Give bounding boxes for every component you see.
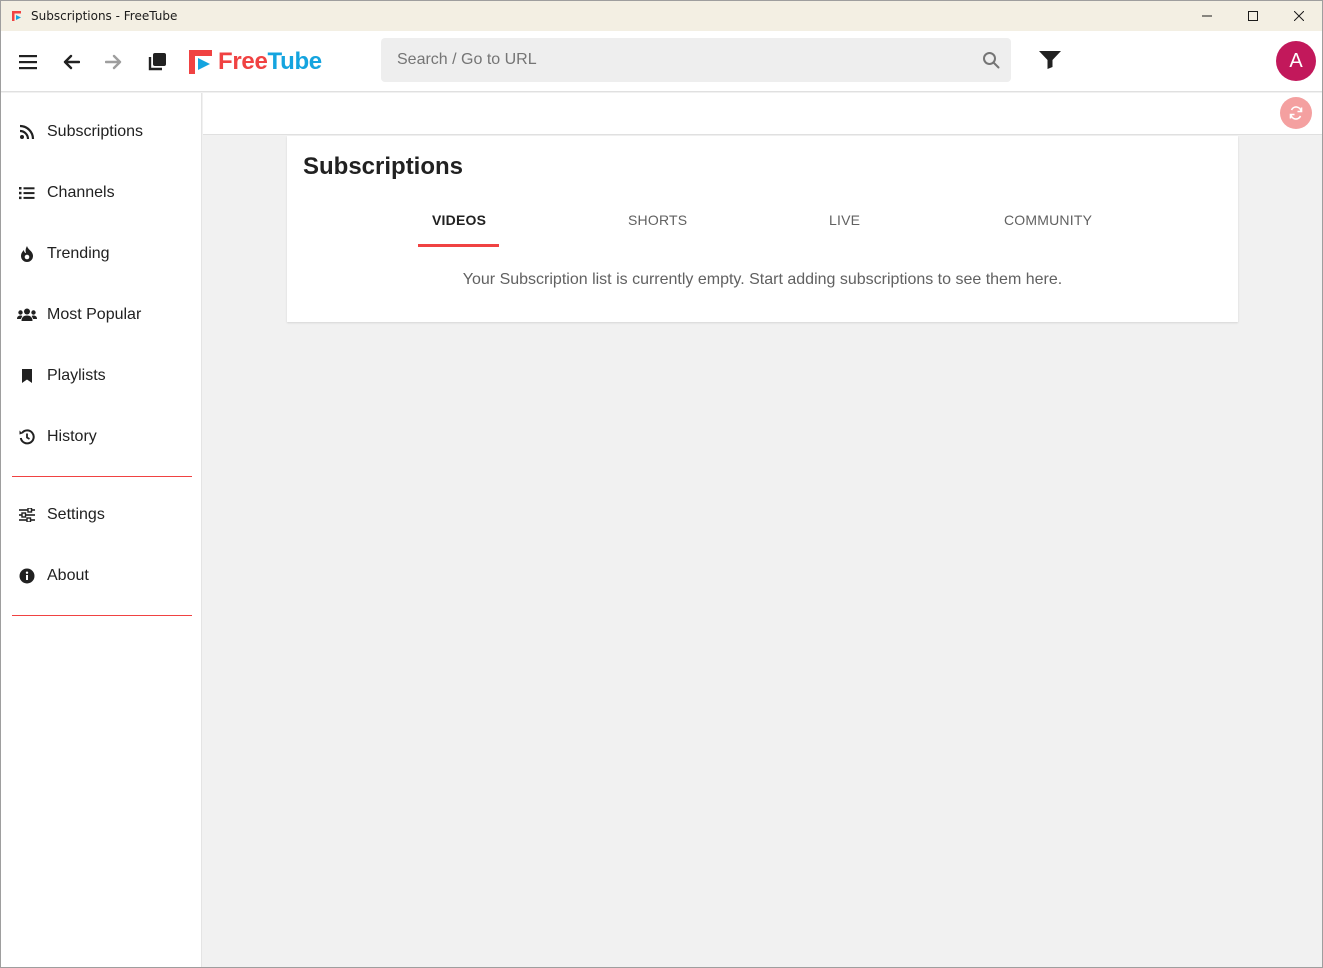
minimize-icon <box>1202 15 1212 17</box>
sidebar-item-most-popular[interactable]: Most Popular <box>1 295 201 335</box>
rss-icon <box>17 124 37 140</box>
window-title: Subscriptions - FreeTube <box>31 9 178 23</box>
active-tab-indicator <box>418 244 499 247</box>
sidebar-item-trending[interactable]: Trending <box>1 234 201 274</box>
sidebar-item-history[interactable]: History <box>1 417 201 457</box>
maximize-icon <box>1248 11 1258 21</box>
app-window: Subscriptions - FreeTube FreeTube Search… <box>0 0 1323 968</box>
sidebar-item-label: Subscriptions <box>47 123 144 140</box>
sidebar-item-about[interactable]: About <box>1 556 201 596</box>
forward-arrow-icon <box>105 54 122 70</box>
side-nav: Subscriptions Channels Trending Most Pop… <box>1 93 202 967</box>
sidebar-item-label: Settings <box>47 506 105 523</box>
bookmark-icon <box>17 368 37 384</box>
list-icon <box>17 186 37 200</box>
refresh-bar <box>203 93 1322 135</box>
tab-live[interactable]: LIVE <box>829 212 860 228</box>
search-button[interactable] <box>971 51 1011 69</box>
sidebar-divider <box>12 476 192 477</box>
refresh-button[interactable] <box>1280 97 1312 129</box>
new-window-icon <box>148 53 166 71</box>
close-button[interactable] <box>1276 1 1322 31</box>
subscriptions-card: Subscriptions VIDEOS SHORTS LIVE COMMUNI… <box>287 136 1238 322</box>
freetube-logo[interactable]: FreeTube <box>188 48 322 76</box>
page-title: Subscriptions <box>303 153 464 180</box>
sliders-icon <box>17 508 37 522</box>
sidebar-item-settings[interactable]: Settings <box>1 495 201 535</box>
window-controls <box>1184 1 1322 31</box>
sidebar-item-label: Playlists <box>47 367 106 384</box>
refresh-icon <box>1289 106 1303 120</box>
logo-text-free: Free <box>218 48 268 75</box>
profile-avatar[interactable]: A <box>1276 41 1316 81</box>
logo-text-tube: Tube <box>267 48 323 75</box>
info-icon <box>17 568 37 584</box>
menu-icon <box>19 55 37 70</box>
search-filter-button[interactable] <box>1038 49 1062 76</box>
freetube-logo-icon <box>189 50 212 74</box>
sidebar-item-playlists[interactable]: Playlists <box>1 356 201 396</box>
new-window-button[interactable] <box>144 49 170 75</box>
menu-button[interactable] <box>15 49 41 75</box>
filter-icon <box>1039 51 1061 69</box>
back-button[interactable] <box>58 49 84 75</box>
search-input[interactable] <box>381 51 971 69</box>
sidebar-item-label: Channels <box>47 184 115 201</box>
tab-shorts[interactable]: SHORTS <box>628 212 687 228</box>
users-icon <box>17 308 37 322</box>
fire-icon <box>17 246 37 262</box>
sidebar-item-label: Trending <box>47 245 110 262</box>
maximize-button[interactable] <box>1230 1 1276 31</box>
sidebar-divider <box>12 615 192 616</box>
sidebar-item-label: Most Popular <box>47 306 142 323</box>
title-bar: Subscriptions - FreeTube <box>1 1 1322 31</box>
search-bar <box>381 38 1011 82</box>
forward-button[interactable] <box>101 49 127 75</box>
sidebar-item-subscriptions[interactable]: Subscriptions <box>1 112 201 152</box>
sidebar-item-channels[interactable]: Channels <box>1 173 201 213</box>
sidebar-item-label: History <box>47 428 97 445</box>
sidebar-item-label: About <box>47 567 89 584</box>
tab-videos[interactable]: VIDEOS <box>432 212 486 228</box>
freetube-app-icon <box>10 9 24 23</box>
minimize-button[interactable] <box>1184 1 1230 31</box>
history-icon <box>17 429 37 445</box>
search-icon <box>983 52 1000 69</box>
tab-community[interactable]: COMMUNITY <box>1004 212 1092 228</box>
empty-state-message: Your Subscription list is currently empt… <box>462 271 1063 288</box>
close-icon <box>1294 11 1304 21</box>
top-nav: FreeTube A <box>1 31 1322 92</box>
back-arrow-icon <box>63 54 80 70</box>
